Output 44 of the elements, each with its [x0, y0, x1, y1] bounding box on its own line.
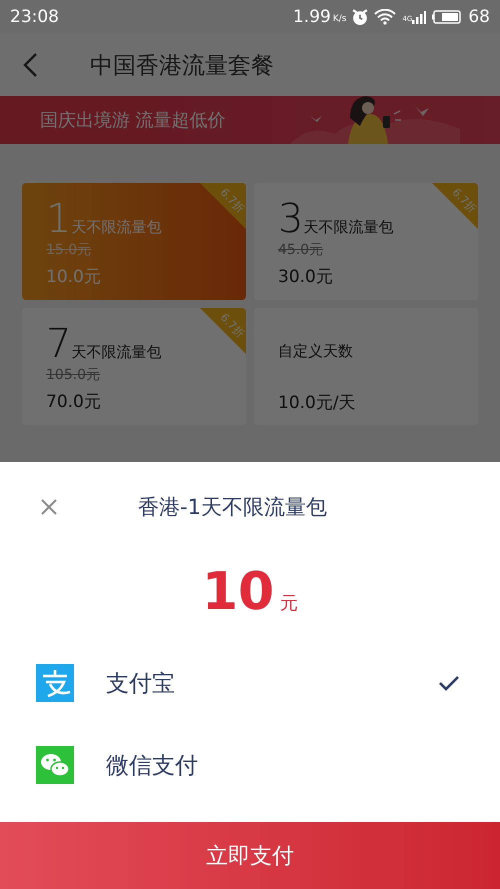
alipay-icon [36, 664, 74, 702]
day-count: 3 [278, 199, 304, 239]
sheet-title: 香港-1天不限流量包 [138, 494, 327, 521]
clock: 23:08 [10, 7, 59, 27]
payment-name: 支付宝 [106, 670, 176, 698]
discount-label: 6.7折 [216, 185, 246, 216]
alarm-icon [352, 9, 368, 25]
currency: 元 [280, 592, 298, 615]
package-name: 自定义天数 [278, 342, 353, 361]
day-count: 1 [46, 199, 72, 239]
package-name: 天不限流量包 [71, 218, 162, 237]
package-card[interactable]: 3 天不限流量包 45.0元 30.0元 6.7折 [254, 183, 478, 300]
banner-text: 国庆出境游 流量超低价 [40, 109, 226, 132]
battery-icon [432, 10, 462, 24]
close-icon[interactable] [40, 498, 58, 516]
package-card[interactable]: 1 天不限流量包 15.0元 10.0元 6.7折 [22, 183, 246, 300]
original-price: 105.0元 [46, 366, 100, 384]
original-price: 45.0元 [278, 241, 324, 259]
wifi-icon [374, 9, 396, 25]
battery-level: 68 [468, 7, 490, 27]
package-name: 天不限流量包 [71, 343, 162, 362]
package-name: 天不限流量包 [303, 218, 394, 237]
promo-banner[interactable]: 国庆出境游 流量超低价 [0, 96, 500, 144]
price: 10.0元 [46, 266, 101, 288]
price: 70.0元 [46, 391, 101, 413]
chat-bubbles-icon [36, 746, 74, 784]
package-card[interactable]: 7 天不限流量包 105.0元 70.0元 6.7折 [22, 308, 246, 425]
discount-label: 6.7折 [448, 185, 478, 216]
speed-unit: K/s [332, 14, 346, 24]
page-title: 中国香港流量套餐 [90, 52, 274, 80]
network-speed: 1.99 [292, 7, 331, 27]
payment-option[interactable]: 支付宝 [0, 642, 500, 724]
payment-option[interactable]: 微信支付 [0, 724, 500, 806]
back-icon[interactable] [22, 52, 38, 78]
signal-icon [412, 10, 426, 24]
discount-label: 6.7折 [216, 310, 246, 341]
price: 10.0元/天 [278, 392, 356, 414]
original-price: 15.0元 [46, 241, 92, 259]
pay-button[interactable]: 立即支付 [0, 822, 500, 889]
payment-name: 微信支付 [106, 752, 199, 780]
package-card[interactable]: 自定义天数 10.0元/天 [254, 308, 478, 425]
price: 30.0元 [278, 266, 333, 288]
amount: 10 [202, 562, 274, 622]
day-count: 7 [46, 324, 72, 364]
